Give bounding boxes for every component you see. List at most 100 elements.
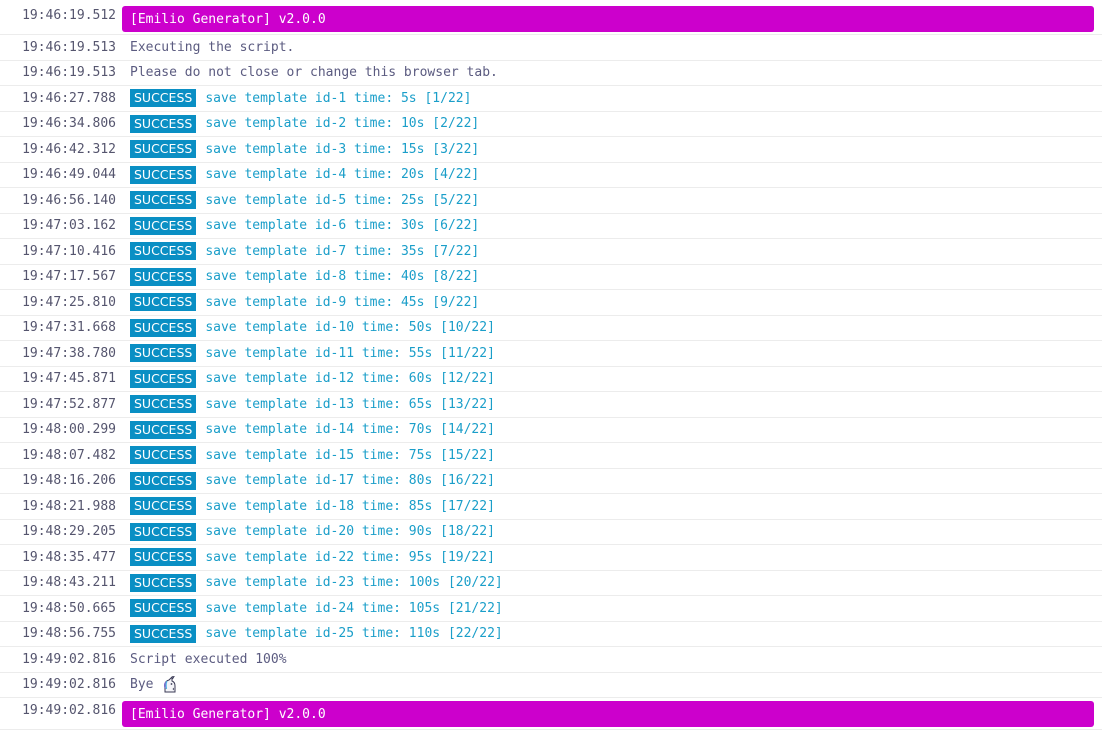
unicorn-icon: [161, 675, 180, 694]
success-badge: SUCCESS: [130, 191, 197, 210]
log-row-success: 19:48:29.205 SUCCESS save template id-20 t…: [0, 520, 1102, 545]
log-message: SUCCESS save template id-3 time: 15s [3/2…: [130, 140, 1102, 159]
timestamp: 19:47:25.810: [22, 294, 116, 310]
success-message: save template id-17 time: 80s [16/22]: [205, 473, 495, 489]
log-message: SUCCESS save template id-6 time: 30s [6/2…: [130, 216, 1102, 235]
header-banner: [Emilio Generator] v2.0.0: [122, 6, 1094, 32]
timestamp: 19:46:19.513: [22, 65, 116, 81]
log-message: SUCCESS save template id-13 time: 65s [13…: [130, 395, 1102, 414]
timestamp: 19:48:00.299: [22, 422, 116, 438]
log-row-success: 19:48:50.665 SUCCESS save template id-24 t…: [0, 596, 1102, 622]
log-row-success: 19:48:35.477 SUCCESS save template id-22 t…: [0, 545, 1102, 571]
success-message: save template id-7 time: 35s [7/22]: [205, 243, 480, 259]
success-message: save template id-14 time: 70s [14/22]: [205, 422, 495, 438]
log-row-success: 19:46:49.044 SUCCESS save template id-4 ti…: [0, 163, 1102, 188]
success-message: save template id-24 time: 105s [21/22]: [205, 600, 503, 616]
timestamp: 19:47:45.871: [22, 371, 116, 387]
log-message: SUCCESS save template id-7 time: 35s [7/2…: [130, 242, 1102, 261]
log-message: SUCCESS save template id-9 time: 45s [9/2…: [130, 293, 1102, 312]
timestamp: 19:46:42.312: [22, 141, 116, 157]
log-row-success: 19:47:17.567 SUCCESS save template id-8 ti…: [0, 265, 1102, 290]
log-row-success: 19:47:45.871 SUCCESS save template id-12 t…: [0, 367, 1102, 392]
success-message: save template id-5 time: 25s [5/22]: [205, 192, 480, 208]
timestamp: 19:46:34.806: [22, 116, 116, 132]
success-badge: SUCCESS: [130, 140, 197, 159]
timestamp: 19:48:07.482: [22, 447, 116, 463]
success-badge: SUCCESS: [130, 318, 197, 337]
success-message: save template id-15 time: 75s [15/22]: [205, 447, 495, 463]
log-row-executed: 19:49:02.816 Script executed 100%: [0, 647, 1102, 673]
timestamp: 19:47:38.780: [22, 345, 116, 361]
log-message: SUCCESS save template id-4 time: 20s [4/2…: [130, 165, 1102, 184]
success-badge: SUCCESS: [130, 573, 197, 592]
timestamp: 19:48:50.665: [22, 600, 116, 616]
success-message: save template id-3 time: 15s [3/22]: [205, 141, 480, 157]
log-message: SUCCESS save template id-23 time: 100s [2…: [130, 573, 1102, 592]
success-message: save template id-25 time: 110s [22/22]: [205, 626, 503, 642]
timestamp: 19:47:52.877: [22, 396, 116, 412]
log-message: SUCCESS save template id-5 time: 25s [5/2…: [130, 191, 1102, 210]
success-badge: SUCCESS: [130, 114, 197, 133]
success-badge: SUCCESS: [130, 548, 197, 567]
timestamp: 19:47:31.668: [22, 320, 116, 336]
log-row-success: 19:46:42.312 SUCCESS save template id-3 ti…: [0, 137, 1102, 163]
timestamp: 19:48:35.477: [22, 549, 116, 565]
timestamp: 19:47:03.162: [22, 218, 116, 234]
executed-message: Script executed 100%: [130, 651, 287, 667]
success-message: save template id-2 time: 10s [2/22]: [205, 116, 480, 132]
success-badge: SUCCESS: [130, 344, 197, 363]
log-message: SUCCESS save template id-15 time: 75s [15…: [130, 446, 1102, 465]
log-message: SUCCESS save template id-25 time: 110s [2…: [130, 624, 1102, 643]
log-row-header: 19:46:19.512 [Emilio Generator] v2.0.0: [0, 3, 1102, 35]
success-message: save template id-8 time: 40s [8/22]: [205, 269, 480, 285]
log-message: Executing the script.: [130, 40, 1102, 55]
timestamp: 19:48:56.755: [22, 626, 116, 642]
success-badge: SUCCESS: [130, 497, 197, 516]
log-row-success: 19:47:52.877 SUCCESS save template id-13 t…: [0, 392, 1102, 418]
log-row-success: 19:46:34.806 SUCCESS save template id-2 ti…: [0, 112, 1102, 137]
timestamp: 19:48:21.988: [22, 498, 116, 514]
timestamp: 19:46:27.788: [22, 90, 116, 106]
timestamp: 19:46:49.044: [22, 167, 116, 183]
success-badge: SUCCESS: [130, 216, 197, 235]
timestamp: 19:46:19.513: [22, 39, 116, 55]
success-message: save template id-10 time: 50s [10/22]: [205, 320, 495, 336]
log-message: SUCCESS save template id-2 time: 10s [2/2…: [130, 114, 1102, 133]
log-row-intro: 19:46:19.513 Please do not close or chang…: [0, 61, 1102, 86]
timestamp: 19:46:19.512: [22, 8, 116, 23]
success-badge: SUCCESS: [130, 369, 197, 388]
timestamp: 19:47:10.416: [22, 243, 116, 259]
log-row-success: 19:47:25.810 SUCCESS save template id-9 ti…: [0, 290, 1102, 316]
timestamp: 19:48:29.205: [22, 524, 116, 540]
log-message: SUCCESS save template id-12 time: 60s [12…: [130, 369, 1102, 388]
intro-message: Please do not close or change this brows…: [130, 65, 498, 81]
log-row-success: 19:47:10.416 SUCCESS save template id-7 ti…: [0, 239, 1102, 265]
log-message: SUCCESS save template id-14 time: 70s [14…: [130, 420, 1102, 439]
success-message: save template id-20 time: 90s [18/22]: [205, 524, 495, 540]
footer-banner: [Emilio Generator] v2.0.0: [122, 701, 1094, 727]
log-message: SUCCESS save template id-24 time: 105s [2…: [130, 599, 1102, 618]
success-message: save template id-6 time: 30s [6/22]: [205, 218, 480, 234]
success-badge: SUCCESS: [130, 165, 197, 184]
success-badge: SUCCESS: [130, 624, 197, 643]
log-message: Script executed 100%: [130, 652, 1102, 667]
log-row-success: 19:48:07.482 SUCCESS save template id-15 t…: [0, 443, 1102, 469]
success-message: save template id-11 time: 55s [11/22]: [205, 345, 495, 361]
timestamp: 19:46:56.140: [22, 192, 116, 208]
bye-message: Bye: [130, 677, 154, 693]
log-row-footer: 19:49:02.816 [Emilio Generator] v2.0.0: [0, 698, 1102, 730]
success-message: save template id-9 time: 45s [9/22]: [205, 294, 480, 310]
timestamp: 19:48:16.206: [22, 473, 116, 489]
intro-message: Executing the script.: [130, 39, 295, 55]
timestamp: 19:48:43.211: [22, 575, 116, 591]
log-row-success: 19:46:27.788 SUCCESS save template id-1 ti…: [0, 86, 1102, 112]
log-row-intro: 19:46:19.513 Executing the script.: [0, 35, 1102, 61]
success-message: save template id-13 time: 65s [13/22]: [205, 396, 495, 412]
log-row-success: 19:48:16.206 SUCCESS save template id-17 t…: [0, 469, 1102, 494]
success-message: save template id-12 time: 60s [12/22]: [205, 371, 495, 387]
log-message: SUCCESS save template id-11 time: 55s [11…: [130, 344, 1102, 363]
success-badge: SUCCESS: [130, 471, 197, 490]
log-row-success: 19:47:03.162 SUCCESS save template id-6 ti…: [0, 214, 1102, 239]
timestamp: 19:49:02.816: [22, 703, 116, 718]
success-badge: SUCCESS: [130, 420, 197, 439]
